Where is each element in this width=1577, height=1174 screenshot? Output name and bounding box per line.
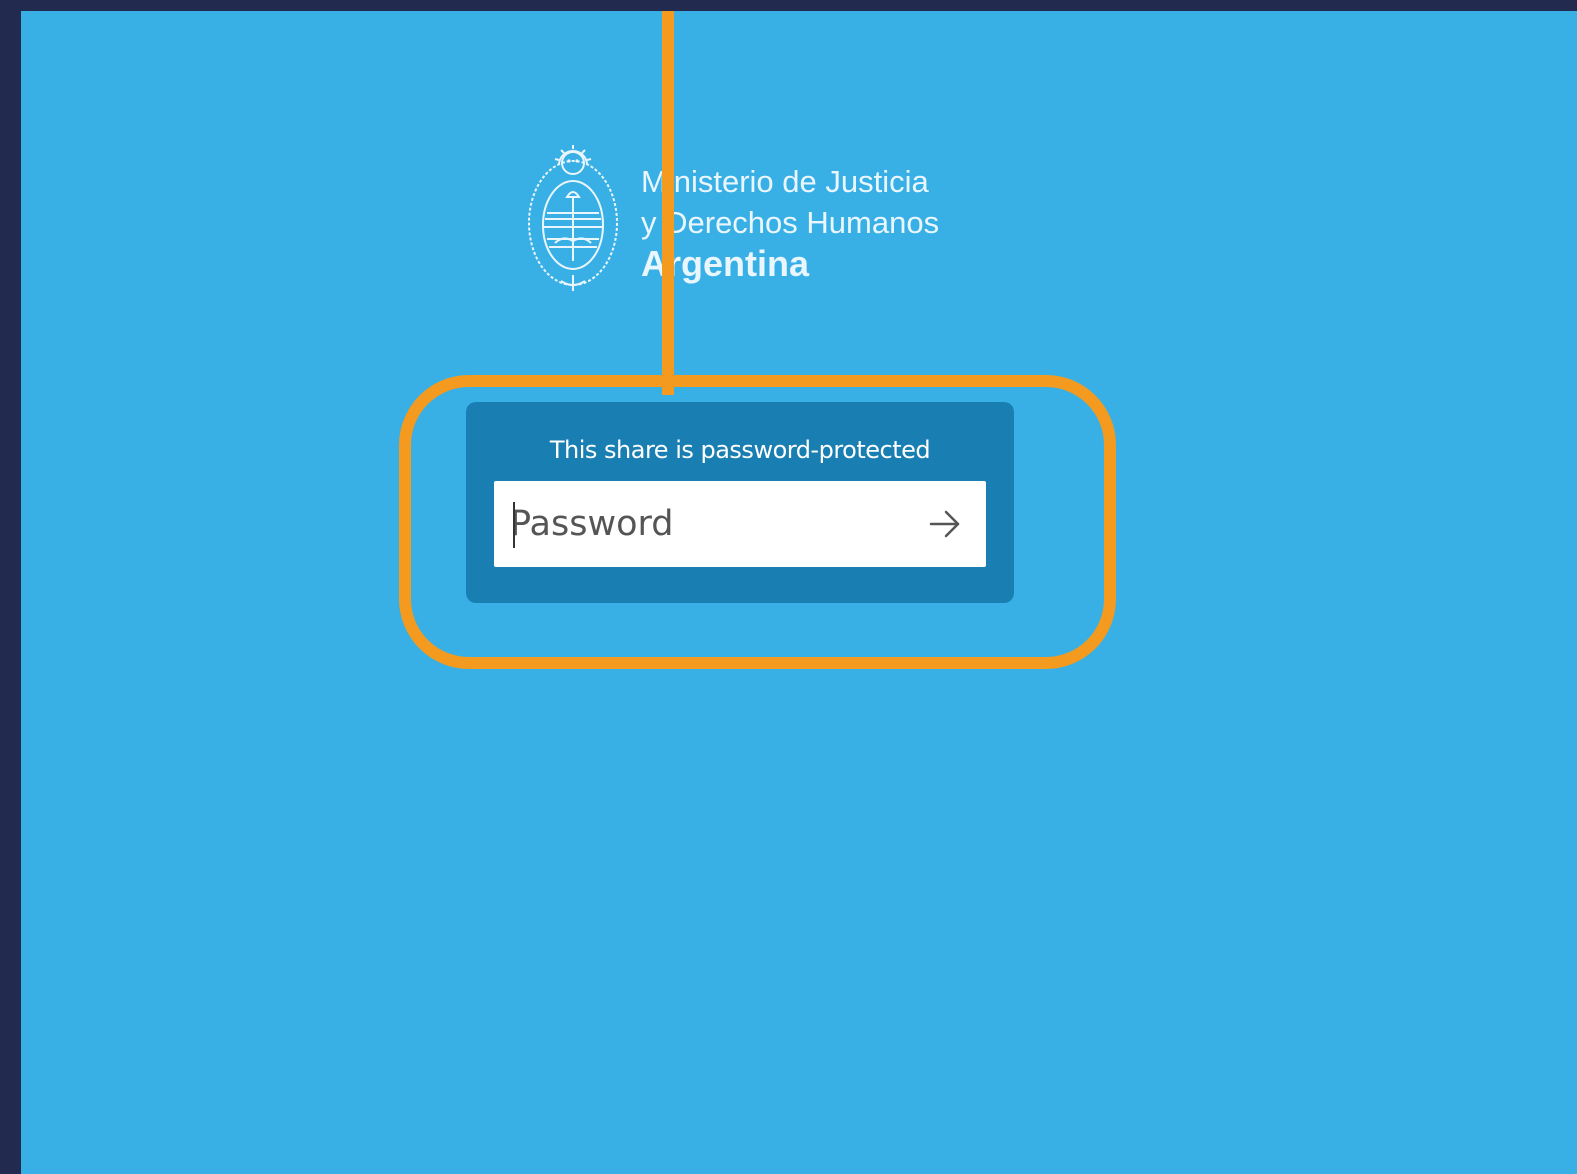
highlight-connector-line [662,11,674,395]
ministry-name-line-2: y Derechos Humanos [641,205,940,240]
page-background: Ministerio de Justicia y Derechos Humano… [21,11,1577,1174]
text-cursor [513,502,515,548]
ministry-logo: Ministerio de Justicia y Derechos Humano… [525,135,985,295]
arrow-right-icon [929,510,960,538]
password-input[interactable] [510,481,910,567]
password-card: This share is password-protected [466,402,1014,603]
ministry-name-line-1: Ministerio de Justicia [641,164,929,199]
ministry-name: Ministerio de Justicia y Derechos Humano… [641,161,939,284]
password-card-title: This share is password-protected [549,436,931,464]
password-field-container [494,481,986,567]
argentina-coat-of-arms-icon [528,145,618,291]
country-name: Argentina [641,243,810,284]
submit-password-button[interactable] [922,501,968,547]
